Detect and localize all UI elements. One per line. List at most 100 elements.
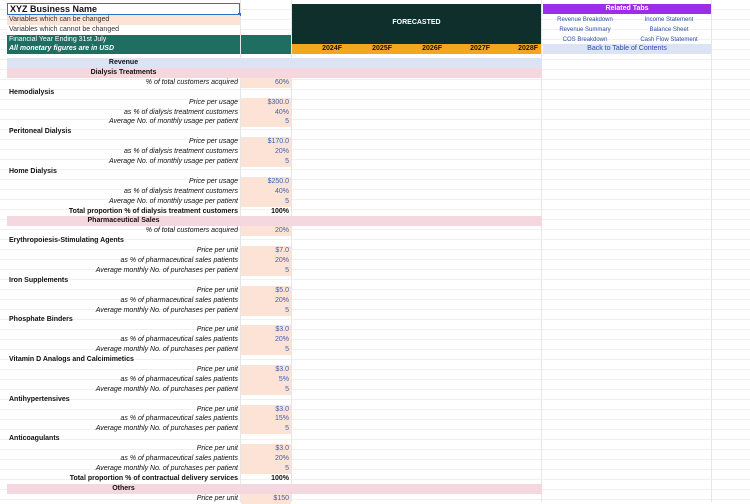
link-revenue-summary[interactable]: Revenue Summary	[543, 25, 627, 35]
table-row: Price per unit $150	[0, 493, 750, 504]
total-label: Total proportion % of dialysis treatment…	[68, 207, 238, 215]
year-2028: 2028F	[518, 45, 538, 52]
table-row: Average monthly No. of purchases per pat…	[0, 424, 750, 435]
input-value-cell[interactable]: 5	[241, 463, 291, 474]
table-row: Dialysis Treatments	[7, 67, 542, 78]
currency-note-text: All monetary figures are in USD	[9, 45, 115, 52]
table-row: as % of dialysis treatment customers 20%	[0, 147, 750, 158]
row-label: Price per usage	[188, 98, 238, 106]
input-value-cell[interactable]: 5	[241, 384, 291, 395]
table-row: Average monthly No. of purchases per pat…	[0, 265, 750, 276]
row-label: Average No. of monthly usage per patient	[108, 118, 238, 126]
input-value-cell[interactable]: 5	[241, 305, 291, 316]
business-name-cell[interactable]: XYZ Business Name	[7, 3, 240, 15]
input-value-cell[interactable]: 40%	[241, 107, 291, 118]
input-value-cell[interactable]: $300.0	[241, 97, 291, 108]
section-heading: Others	[112, 484, 135, 492]
currency-banner: All monetary figures are in USD	[7, 44, 240, 54]
input-value-cell[interactable]: $170.0	[241, 137, 291, 148]
table-row: as % of pharmaceutical sales patients 20%	[0, 256, 750, 266]
business-name: XYZ Business Name	[10, 4, 98, 14]
category-heading: Erythropoiesis-Stimulating Agents	[9, 237, 124, 245]
year-2025: 2025F	[372, 45, 392, 52]
row-label: Price per unit	[196, 445, 238, 453]
table-row: Total proportion % of contractual delive…	[0, 474, 750, 484]
link-balance-sheet[interactable]: Balance Sheet	[627, 25, 711, 35]
input-value-cell[interactable]: 5	[241, 424, 291, 435]
input-value-cell[interactable]: 20%	[241, 335, 291, 346]
input-value-cell[interactable]: 5	[241, 345, 291, 356]
table-row: Average No. of monthly usage per patient…	[0, 157, 750, 167]
input-value-cell[interactable]: 20%	[241, 226, 291, 237]
legend-changeable-text: Variables which can be changed	[9, 16, 110, 23]
forecast-header: FORECASTED	[292, 4, 541, 44]
table-row: Average No. of monthly usage per patient…	[0, 117, 750, 128]
input-value-cell[interactable]: 5	[241, 196, 291, 207]
input-value-cell[interactable]: 5%	[241, 374, 291, 385]
table-row: Erythropoiesis-Stimulating Agents	[0, 236, 750, 246]
input-value-cell[interactable]: 5	[241, 157, 291, 167]
link-income-statement[interactable]: Income Statement	[627, 15, 711, 25]
category-heading: Antihypertensives	[9, 395, 70, 403]
table-row: as % of pharmaceutical sales patients 5%	[0, 374, 750, 385]
back-to-toc-label: Back to Table of Contents	[587, 45, 667, 52]
row-label: as % of dialysis treatment customers	[124, 148, 238, 156]
input-value-cell[interactable]: $7.0	[241, 246, 291, 257]
input-value-cell[interactable]: 5	[241, 117, 291, 128]
table-row: as % of pharmaceutical sales patients 20%	[0, 454, 750, 464]
category-heading: Home Dialysis	[9, 167, 57, 175]
table-row: Average No. of monthly usage per patient…	[0, 196, 750, 207]
input-value-cell[interactable]: $250.0	[241, 176, 291, 187]
table-row: % of total customers acquired 20%	[0, 226, 750, 237]
table-row: Average monthly No. of purchases per pat…	[0, 345, 750, 356]
forecasted-label: FORECASTED	[392, 19, 441, 26]
input-value-cell[interactable]: 60%	[241, 77, 291, 88]
input-value-cell[interactable]: 20%	[241, 454, 291, 464]
category-heading: Peritoneal Dialysis	[9, 128, 72, 136]
input-value-cell[interactable]: 15%	[241, 414, 291, 425]
input-value-cell[interactable]: 20%	[241, 256, 291, 266]
row-label: as % of pharmaceutical sales patients	[120, 455, 238, 462]
link-revenue-breakdown[interactable]: Revenue Breakdown	[543, 15, 627, 25]
table-row: Anticoagulants	[0, 434, 750, 444]
row-label: Average monthly No. of purchases per pat…	[95, 346, 238, 354]
table-row: Antihypertensives	[0, 395, 750, 405]
category-heading: Iron Supplements	[9, 276, 69, 284]
year-2026: 2026F	[422, 45, 442, 52]
input-value-cell[interactable]: 20%	[241, 147, 291, 158]
input-value-cell[interactable]: 40%	[241, 186, 291, 197]
fiscal-year-banner: Financial Year Ending 31st July	[7, 35, 240, 44]
legend-fixed: Variables which cannot be changed	[7, 25, 240, 35]
table-row: Total proportion % of dialysis treatment…	[0, 207, 750, 217]
row-label: Average No. of monthly usage per patient	[108, 197, 238, 205]
category-heading: Vitamin D Analogs and Calcimimetics	[9, 356, 134, 363]
table-row: as % of pharmaceutical sales patients 20%	[0, 295, 750, 306]
row-label: Average No. of monthly usage per patient	[108, 158, 238, 165]
row-label: as % of pharmaceutical sales patients	[120, 257, 238, 264]
input-value-cell[interactable]: $3.0	[241, 404, 291, 415]
row-label: as % of pharmaceutical sales patients	[120, 336, 238, 344]
legend-fixed-text: Variables which cannot be changed	[9, 26, 120, 33]
input-value-cell[interactable]: $150	[241, 493, 291, 504]
input-value-cell[interactable]: $3.0	[241, 444, 291, 455]
row-label: Price per unit	[196, 247, 238, 255]
section-heading: Pharmaceutical Sales	[87, 217, 160, 225]
back-to-toc-button[interactable]: Back to Table of Contents	[543, 44, 711, 54]
row-label: Price per unit	[196, 326, 238, 334]
row-label: as % of dialysis treatment customers	[124, 187, 238, 195]
table-row: Price per usage $250.0	[0, 176, 750, 187]
category-heading: Anticoagulants	[9, 435, 60, 443]
input-value-cell[interactable]: $3.0	[241, 364, 291, 375]
related-tabs-title: Related Tabs	[605, 5, 649, 12]
input-value-cell[interactable]: 5	[241, 265, 291, 276]
table-row: Revenue	[7, 58, 542, 68]
row-label: as % of pharmaceutical sales patients	[120, 375, 238, 383]
input-value-cell[interactable]: $5.0	[241, 285, 291, 296]
category-heading: Phosphate Binders	[9, 316, 73, 324]
input-value-cell[interactable]: 20%	[241, 295, 291, 306]
input-value-cell[interactable]: $3.0	[241, 325, 291, 336]
table-row: as % of dialysis treatment customers 40%	[0, 186, 750, 197]
table-row: Price per unit $3.0	[0, 364, 750, 375]
row-label: Average monthly No. of purchases per pat…	[95, 385, 238, 393]
fiscal-year-text: Financial Year Ending 31st July	[9, 36, 107, 43]
